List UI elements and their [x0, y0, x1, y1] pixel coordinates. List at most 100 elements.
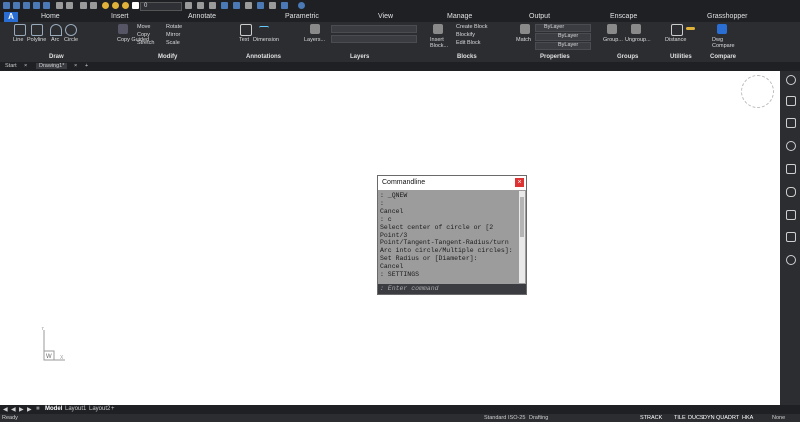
line-button[interactable]: Line — [13, 37, 23, 43]
toolbar-icon-4[interactable] — [221, 2, 228, 9]
blockify-button[interactable]: Blockify — [456, 32, 475, 38]
dimension-icon[interactable] — [259, 26, 269, 31]
scrollbar-thumb[interactable] — [520, 197, 524, 237]
lineweight-dropdown[interactable]: ByLayer — [535, 42, 591, 50]
utility-icon[interactable] — [686, 27, 695, 30]
toolbar-icon-6[interactable] — [245, 2, 252, 9]
polyline-button[interactable]: Polyline — [27, 37, 46, 43]
properties-panel-icon[interactable] — [786, 96, 796, 106]
rotate-button[interactable]: Rotate — [166, 24, 182, 30]
menu-icon[interactable] — [3, 2, 10, 9]
light-bulb-icon[interactable] — [102, 2, 109, 9]
cloud-icon[interactable] — [786, 255, 796, 265]
print-icon[interactable] — [56, 2, 63, 9]
status-workspace[interactable]: Drafting — [529, 415, 548, 421]
tab-view[interactable]: View — [378, 13, 393, 20]
tab-parametric[interactable]: Parametric — [285, 13, 319, 20]
new-tab-plus-icon[interactable]: + — [85, 63, 88, 69]
arc-icon[interactable] — [50, 24, 62, 36]
color-dropdown[interactable]: ByLayer — [535, 24, 591, 32]
status-quad[interactable]: QUAD — [716, 415, 732, 421]
status-dim-style[interactable]: ISO-25 — [508, 415, 525, 421]
status-dyn[interactable]: DYN — [703, 415, 715, 421]
new-icon[interactable] — [13, 2, 20, 9]
line-icon[interactable] — [14, 24, 26, 36]
close-icon[interactable]: × — [515, 178, 524, 187]
status-tile[interactable]: TILE — [674, 415, 686, 421]
toolbar-icon-7[interactable] — [257, 2, 264, 9]
dwg-compare-button[interactable]: Dwg Compare — [712, 37, 738, 49]
first-layout-icon[interactable]: ◀ — [3, 406, 8, 413]
tab-output[interactable]: Output — [529, 13, 550, 20]
status-rt[interactable]: RT — [732, 415, 739, 421]
command-history-scrollbar[interactable] — [519, 191, 525, 283]
toolbar-icon-5[interactable] — [233, 2, 240, 9]
lock-icon[interactable] — [122, 2, 129, 9]
next-layout-icon[interactable]: ▶ — [19, 406, 24, 413]
group-icon[interactable] — [607, 24, 617, 34]
tab-grasshopper[interactable]: Grasshopper — [707, 13, 747, 20]
layers-panel-icon[interactable] — [786, 118, 796, 128]
toolbar-icon-3[interactable] — [209, 2, 216, 9]
match-button[interactable]: Match — [516, 37, 531, 43]
dwg-compare-icon[interactable] — [717, 24, 727, 34]
create-block-button[interactable]: Create Block — [456, 24, 488, 30]
tab-annotate[interactable]: Annotate — [188, 13, 216, 20]
layout-menu-icon[interactable]: ■ — [36, 406, 40, 412]
tab-layout2[interactable]: Layout2 — [89, 406, 110, 412]
ungroup-icon[interactable] — [631, 24, 641, 34]
text-icon[interactable] — [240, 24, 252, 36]
stretch-button[interactable]: Stretch — [137, 40, 154, 46]
mirror-button[interactable]: Mirror — [166, 32, 180, 38]
command-input[interactable]: : Enter command — [378, 284, 526, 294]
attachment-icon[interactable] — [786, 187, 796, 197]
function-icon[interactable] — [786, 232, 796, 242]
scale-button[interactable]: Scale — [166, 40, 180, 46]
tab-insert[interactable]: Insert — [111, 13, 129, 20]
status-text-style[interactable]: Standard — [484, 415, 506, 421]
insert-block-button[interactable]: Insert Block... — [430, 37, 450, 49]
layer-dropdown[interactable]: 0 — [140, 2, 182, 11]
dimension-button[interactable]: Dimension — [253, 37, 279, 43]
insert-block-icon[interactable] — [433, 24, 443, 34]
drawing1-tab[interactable]: Drawing1* — [36, 63, 68, 69]
open-icon[interactable] — [23, 2, 30, 9]
tab-layout1[interactable]: Layout1 — [65, 406, 86, 412]
start-tab[interactable]: Start — [5, 63, 17, 69]
tips-icon[interactable] — [786, 75, 796, 85]
undo-icon[interactable] — [80, 2, 87, 9]
drawing1-tab-close-icon[interactable]: × — [74, 63, 77, 69]
match-properties-icon[interactable] — [520, 24, 530, 34]
viewcube-compass[interactable] — [741, 75, 774, 108]
circle-button[interactable]: Circle — [64, 37, 78, 43]
toolbar-icon-9[interactable] — [281, 2, 288, 9]
autocad-a-icon[interactable]: A — [4, 12, 18, 22]
layers-icon[interactable] — [310, 24, 320, 34]
sun-icon[interactable] — [112, 2, 119, 9]
save-as-icon[interactable] — [43, 2, 50, 9]
save-icon[interactable] — [33, 2, 40, 9]
linetype-dropdown[interactable]: ByLayer — [535, 33, 591, 41]
redo-icon[interactable] — [90, 2, 97, 9]
layer-state-dropdown[interactable] — [331, 25, 417, 33]
distance-button[interactable]: Distance — [665, 37, 686, 43]
start-tab-close-icon[interactable]: × — [24, 63, 27, 69]
broadcast-icon[interactable] — [786, 141, 796, 151]
tab-model[interactable]: Model — [45, 406, 62, 412]
status-annotation-scale[interactable]: None — [772, 415, 785, 421]
text-button[interactable]: Text — [239, 37, 249, 43]
copy-button[interactable]: Copy — [137, 32, 150, 38]
add-layout-plus-icon[interactable]: + — [111, 406, 115, 412]
toolbar-icon-1[interactable] — [185, 2, 192, 9]
edit-block-button[interactable]: Edit Block — [456, 40, 480, 46]
command-window-titlebar[interactable]: Commandline × — [378, 176, 526, 190]
group-button[interactable]: Group... — [603, 37, 623, 43]
grid-panel-icon[interactable] — [786, 164, 796, 174]
tab-manage[interactable]: Manage — [447, 13, 472, 20]
help-icon[interactable] — [298, 2, 305, 9]
arc-button[interactable]: Arc — [51, 37, 59, 43]
prev-layout-icon[interactable]: ◀ — [11, 406, 16, 413]
toolbar-icon-8[interactable] — [269, 2, 276, 9]
tab-home[interactable]: Home — [41, 13, 60, 20]
status-strack[interactable]: STRACK — [640, 415, 662, 421]
